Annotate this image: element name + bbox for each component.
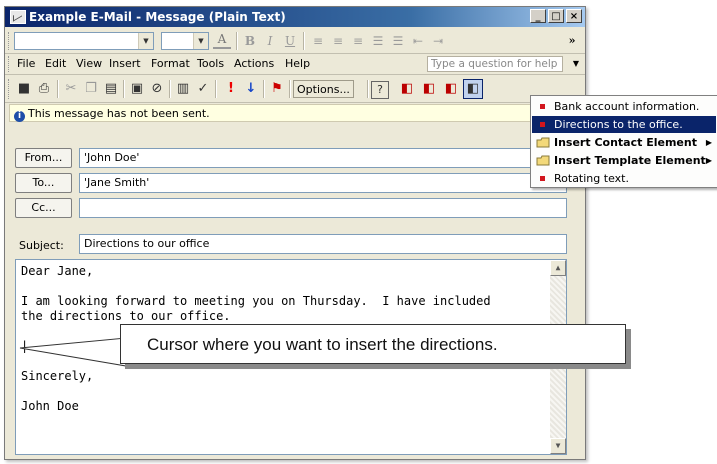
bold-icon[interactable]: B <box>241 32 259 50</box>
font-color-icon[interactable]: A <box>213 32 231 49</box>
maximize-button[interactable]: □ <box>548 9 564 23</box>
from-button[interactable]: From... <box>15 148 72 168</box>
red-square-icon <box>540 176 545 181</box>
high-importance-icon[interactable]: ! <box>221 79 241 99</box>
separator <box>303 32 305 50</box>
menu-item-label: Insert Contact Element <box>554 136 697 149</box>
standard-toolbar: ■ ⎙ ✂ ❐ ▤ ▣ ⊘ ▥ ✓ ! ↓ ⚑ Options... ? ◧ ◧… <box>5 75 585 103</box>
macro-menu-icon[interactable]: ◧ <box>463 79 483 99</box>
style-combo[interactable]: ▼ <box>14 32 154 50</box>
from-field[interactable]: 'John Doe' <box>79 148 567 168</box>
paste-icon[interactable]: ▤ <box>101 79 121 99</box>
menu-item-insert-template[interactable]: Insert Template Element ▶ <box>532 152 716 169</box>
title-bar[interactable]: Example E-Mail - Message (Plain Text) _ … <box>5 7 585 27</box>
menu-item-rotating-text[interactable]: Rotating text. <box>532 170 716 187</box>
red-square-icon <box>540 122 545 127</box>
increase-indent-icon[interactable]: ⇥ <box>429 32 447 50</box>
toolbar-grip[interactable] <box>8 79 12 99</box>
macro-context-menu: Bank account information. Directions to … <box>530 95 717 188</box>
folder-icon <box>536 137 550 148</box>
separator <box>123 80 125 98</box>
toolbar-grip[interactable] <box>8 32 12 50</box>
separator <box>169 80 171 98</box>
menu-actions[interactable]: Actions <box>234 57 274 70</box>
chevron-down-icon[interactable]: ▼ <box>573 59 579 68</box>
align-center-icon[interactable]: ≡ <box>329 32 347 50</box>
chevron-down-icon: ▼ <box>138 33 153 49</box>
separator <box>367 80 369 98</box>
separator <box>215 80 217 98</box>
subject-label: Subject: <box>19 239 64 252</box>
cc-button[interactable]: Cc... <box>15 198 72 218</box>
menu-item-label: Rotating text. <box>554 172 629 185</box>
menu-item-label: Bank account information. <box>554 100 700 113</box>
menu-file[interactable]: File <box>17 57 35 70</box>
macro-icon[interactable]: ◧ <box>419 79 439 99</box>
formatting-toolbar: ▼ ▼ A B I U ≡ ≡ ≡ ☰ ☰ ⇤ ⇥ » <box>5 28 585 54</box>
red-square-icon <box>540 104 545 109</box>
window-title: Example E-Mail - Message (Plain Text) <box>29 10 286 24</box>
print-icon[interactable]: ⎙ <box>34 79 54 99</box>
subject-field[interactable]: Directions to our office <box>79 234 567 254</box>
cc-field[interactable] <box>79 198 567 218</box>
info-bar: i This message has not been sent. <box>9 104 544 122</box>
attach-icon[interactable]: ⊘ <box>147 79 167 99</box>
macro-icon[interactable]: ◧ <box>397 79 417 99</box>
save-icon[interactable]: ■ <box>14 79 34 99</box>
italic-icon[interactable]: I <box>261 32 279 50</box>
chevron-down-icon: ▼ <box>193 33 208 49</box>
align-left-icon[interactable]: ≡ <box>309 32 327 50</box>
menu-item-label: Directions to the office. <box>554 118 683 131</box>
copy-icon[interactable]: ❐ <box>81 79 101 99</box>
low-importance-icon[interactable]: ↓ <box>241 79 261 99</box>
menu-tools[interactable]: Tools <box>197 57 224 70</box>
menu-help[interactable]: Help <box>285 57 310 70</box>
font-size-combo[interactable]: ▼ <box>161 32 209 50</box>
envelope-icon <box>10 10 26 24</box>
separator <box>289 80 291 98</box>
toolbar-overflow-icon[interactable]: » <box>563 32 581 50</box>
bulleted-list-icon[interactable]: ☰ <box>389 32 407 50</box>
callout: Cursor where you want to insert the dire… <box>19 324 632 370</box>
check-names-icon[interactable]: ✓ <box>193 79 213 99</box>
separator <box>263 80 265 98</box>
chevron-right-icon: ▶ <box>705 138 712 147</box>
scroll-up-icon[interactable]: ▲ <box>550 260 566 276</box>
menu-format[interactable]: Format <box>151 57 190 70</box>
menu-item-directions[interactable]: Directions to the office. <box>532 116 716 133</box>
chevron-right-icon: ▶ <box>705 156 712 165</box>
folder-icon <box>536 155 550 166</box>
scroll-down-icon[interactable]: ▼ <box>550 438 566 454</box>
close-button[interactable]: × <box>566 9 582 23</box>
menu-item-insert-contact[interactable]: Insert Contact Element ▶ <box>532 134 716 151</box>
macro-icon[interactable]: ◧ <box>441 79 461 99</box>
email-window: Example E-Mail - Message (Plain Text) _ … <box>4 6 586 460</box>
menu-item-label: Insert Template Element <box>554 154 706 167</box>
menu-bar: File Edit View Insert Format Tools Actio… <box>5 54 585 75</box>
info-text: This message has not been sent. <box>28 107 210 120</box>
options-button[interactable]: Options... <box>293 80 354 98</box>
to-button[interactable]: To... <box>15 173 72 193</box>
separator <box>57 80 59 98</box>
ask-question-input[interactable]: Type a question for help <box>427 56 563 72</box>
to-field[interactable]: 'Jane Smith' <box>79 173 567 193</box>
numbered-list-icon[interactable]: ☰ <box>369 32 387 50</box>
menu-insert[interactable]: Insert <box>109 57 141 70</box>
menu-item-bank-account[interactable]: Bank account information. <box>532 98 716 115</box>
flag-icon[interactable]: ⚑ <box>267 79 287 99</box>
minimize-button[interactable]: _ <box>530 9 546 23</box>
cut-icon[interactable]: ✂ <box>61 79 81 99</box>
callout-text: Cursor where you want to insert the dire… <box>120 324 626 364</box>
decrease-indent-icon[interactable]: ⇤ <box>409 32 427 50</box>
menu-grip[interactable] <box>8 56 12 72</box>
menu-view[interactable]: View <box>76 57 102 70</box>
insert-file-icon[interactable]: ▣ <box>127 79 147 99</box>
menu-edit[interactable]: Edit <box>45 57 66 70</box>
separator <box>236 32 238 50</box>
address-book-icon[interactable]: ▥ <box>173 79 193 99</box>
underline-icon[interactable]: U <box>281 32 299 50</box>
info-icon: i <box>14 111 25 122</box>
help-icon[interactable]: ? <box>371 81 389 99</box>
align-right-icon[interactable]: ≡ <box>349 32 367 50</box>
